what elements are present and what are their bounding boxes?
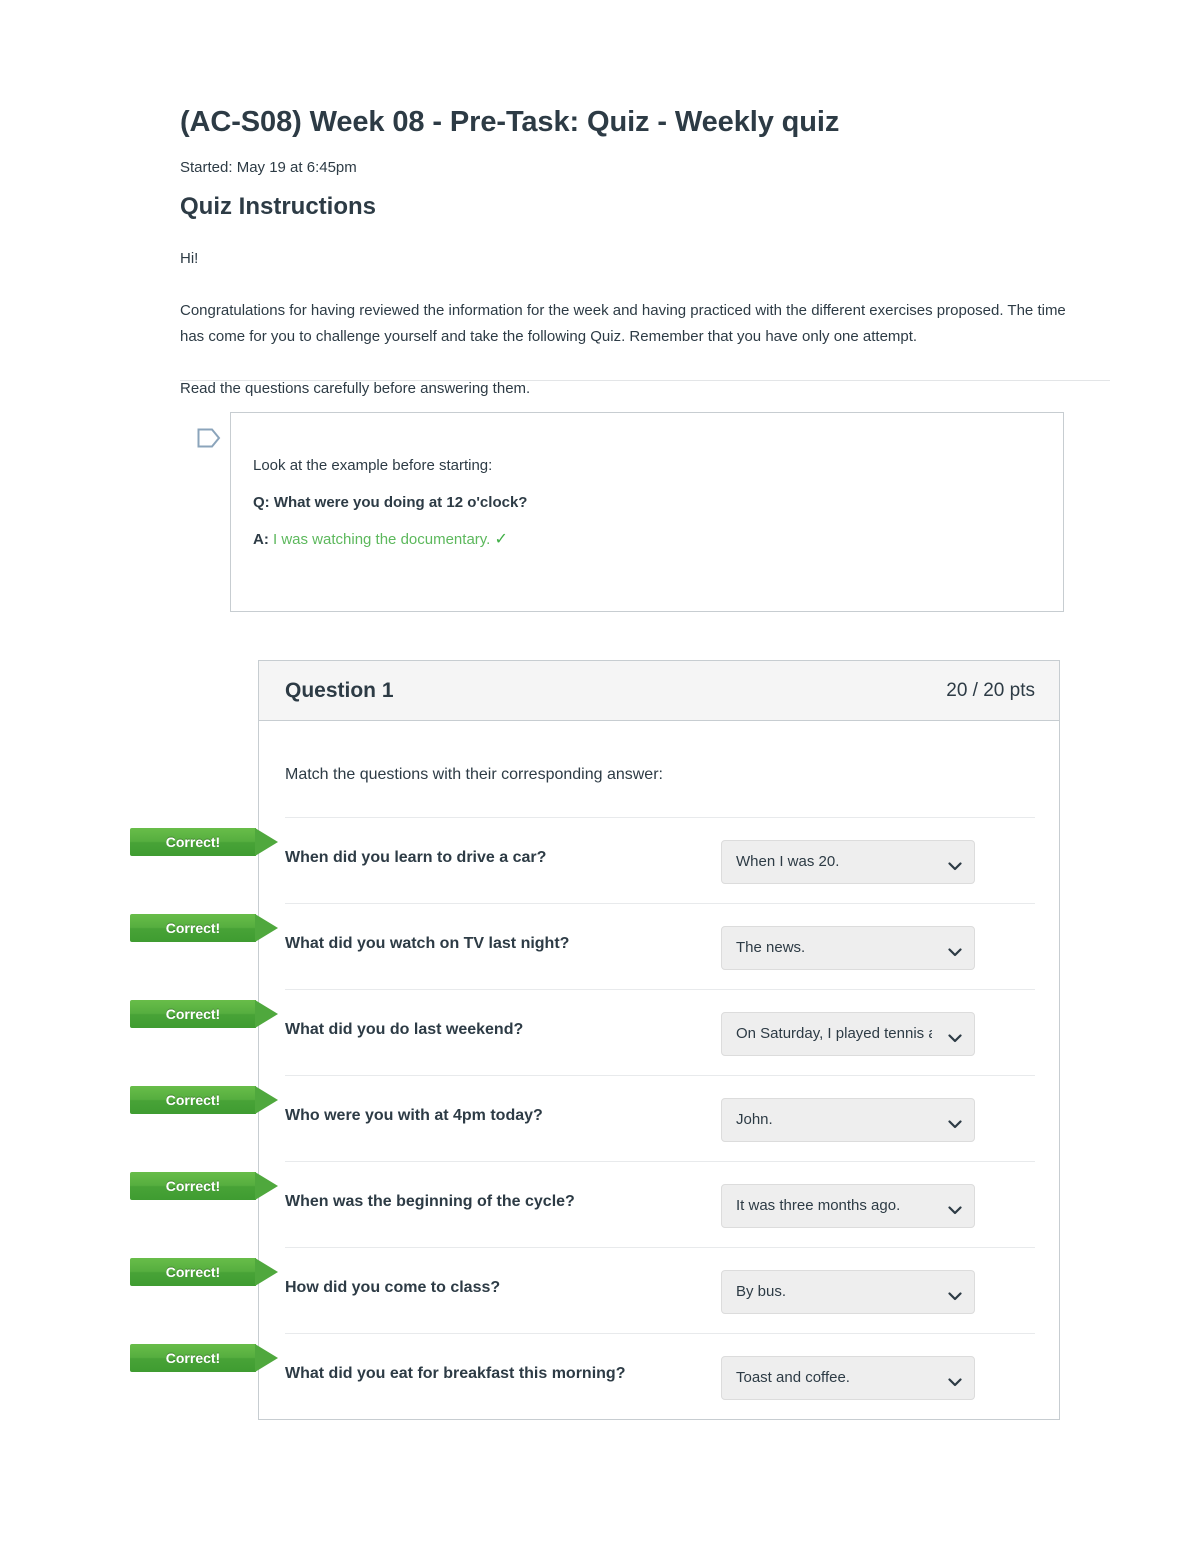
answer-dropdown-value: On Saturday, I played tennis a [736, 1025, 932, 1042]
match-question-text: Who were you with at 4pm today? [285, 1107, 543, 1124]
correct-badge: Correct! [130, 1086, 278, 1114]
question-1-block: Question 1 20 / 20 pts Match the questio… [258, 660, 1060, 1420]
quiz-header-section: (AC-S08) Week 08 - Pre-Task: Quiz - Week… [180, 104, 1110, 402]
question-prompt: Match the questions with their correspon… [285, 766, 663, 783]
example-question-label: Q: [253, 494, 270, 511]
answer-dropdown[interactable]: It was three months ago. [721, 1184, 975, 1228]
match-row: What did you eat for breakfast this morn… [285, 1333, 1035, 1419]
chevron-down-icon [948, 1116, 962, 1128]
correct-badge-arrow [255, 1086, 278, 1114]
answer-dropdown[interactable]: Toast and coffee. [721, 1356, 975, 1400]
match-question-text: What did you watch on TV last night? [285, 935, 570, 952]
correct-badge-label: Correct! [165, 1178, 221, 1194]
tag-flag-icon [197, 427, 221, 449]
chevron-down-icon [948, 1202, 962, 1214]
page-title: (AC-S08) Week 08 - Pre-Task: Quiz - Week… [180, 106, 840, 138]
correct-badge: Correct! [130, 914, 278, 942]
match-row: What did you watch on TV last night? The … [285, 903, 1035, 989]
correct-badge-arrow [255, 1344, 278, 1372]
match-question-text: When did you learn to drive a car? [285, 849, 547, 866]
correct-badge-label: Correct! [165, 1006, 221, 1022]
instructions-greeting: Hi! [180, 250, 199, 267]
match-question-text: How did you come to class? [285, 1279, 501, 1296]
answer-dropdown[interactable]: On Saturday, I played tennis a [721, 1012, 975, 1056]
correct-badge: Correct! [130, 1000, 278, 1028]
example-answer: A: I was watching the documentary. ✓ [253, 529, 1035, 551]
correct-badge-arrow [255, 914, 278, 942]
match-rows-container: When did you learn to drive a car? When I… [285, 817, 1035, 1419]
answer-dropdown[interactable]: When I was 20. [721, 840, 975, 884]
question-points: 20 / 20 pts [946, 679, 1035, 701]
correct-badge-label: Correct! [165, 834, 221, 850]
question-header: Question 1 20 / 20 pts [259, 661, 1059, 721]
chevron-down-icon [948, 858, 962, 870]
instructions-paragraph-1: Congratulations for having reviewed the … [180, 302, 1066, 345]
section-divider [180, 380, 1110, 381]
answer-dropdown-value: John. [736, 1111, 773, 1128]
chevron-down-icon [948, 1030, 962, 1042]
answer-dropdown[interactable]: The news. [721, 926, 975, 970]
correct-badge-label: Correct! [165, 1092, 221, 1108]
answer-dropdown-value: By bus. [736, 1283, 787, 1300]
example-callout: Look at the example before starting: Q: … [180, 412, 1064, 612]
match-question-text: What did you do last weekend? [285, 1021, 524, 1038]
example-question-text: What were you doing at 12 o'clock? [269, 494, 528, 511]
example-intro: Look at the example before starting: [253, 457, 493, 474]
quiz-started-timestamp: Started: May 19 at 6:45pm [180, 159, 357, 176]
check-icon: ✓ [494, 531, 508, 548]
answer-dropdown-value: The news. [736, 939, 806, 956]
correct-badge: Correct! [130, 1344, 278, 1372]
question-body: Match the questions with their correspon… [259, 721, 1059, 1419]
match-row: When did you learn to drive a car? When I… [285, 817, 1035, 903]
question-title: Question 1 [285, 678, 394, 702]
correct-badge: Correct! [130, 828, 278, 856]
answer-dropdown-value: It was three months ago. [736, 1197, 901, 1214]
correct-badge-label: Correct! [165, 1350, 221, 1366]
example-question: Q: What were you doing at 12 o'clock? [253, 492, 1035, 514]
quiz-results-page: (AC-S08) Week 08 - Pre-Task: Quiz - Week… [0, 0, 1200, 1553]
chevron-down-icon [948, 1288, 962, 1300]
match-row: Who were you with at 4pm today? John. [285, 1075, 1035, 1161]
answer-dropdown-value: Toast and coffee. [736, 1369, 850, 1386]
match-question-text: What did you eat for breakfast this morn… [285, 1365, 626, 1382]
correct-badge-arrow [255, 1258, 278, 1286]
chevron-down-icon [948, 1374, 962, 1386]
match-row: How did you come to class? By bus. [285, 1247, 1035, 1333]
correct-badge-arrow [255, 1172, 278, 1200]
correct-badge: Correct! [130, 1258, 278, 1286]
correct-badge: Correct! [130, 1172, 278, 1200]
correct-badge-arrow [255, 1000, 278, 1028]
answer-dropdown[interactable]: John. [721, 1098, 975, 1142]
match-row: What did you do last weekend? On Saturday… [285, 989, 1035, 1075]
correct-badge-arrow [255, 828, 278, 856]
example-box: Look at the example before starting: Q: … [230, 412, 1064, 612]
quiz-instructions-heading: Quiz Instructions [180, 193, 377, 220]
example-answer-text: I was watching the documentary. [273, 531, 491, 548]
chevron-down-icon [948, 944, 962, 956]
match-question-text: When was the beginning of the cycle? [285, 1193, 575, 1210]
match-row: When was the beginning of the cycle? It w… [285, 1161, 1035, 1247]
answer-dropdown-value: When I was 20. [736, 853, 840, 870]
example-answer-label: A: [253, 531, 269, 548]
correct-badge-label: Correct! [165, 920, 221, 936]
correct-badge-label: Correct! [165, 1264, 221, 1280]
answer-dropdown[interactable]: By bus. [721, 1270, 975, 1314]
